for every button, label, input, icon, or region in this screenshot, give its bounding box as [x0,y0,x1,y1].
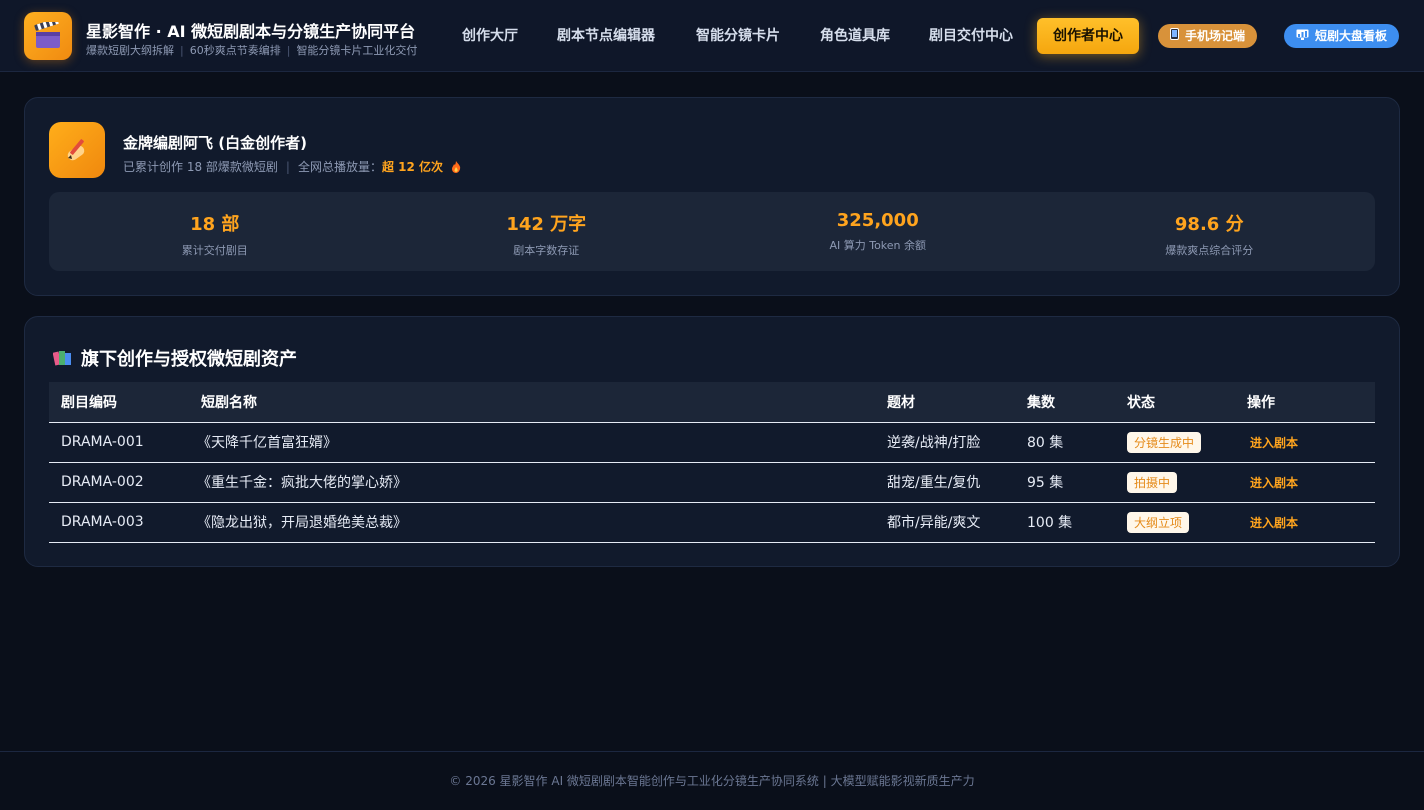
section-title: 旗下创作与授权微短剧资产 [53,345,297,371]
nav-item-script-node-editor[interactable]: 剧本节点编辑器 [557,18,655,54]
drama-assets-card: 旗下创作与授权微短剧资产 剧目编码 短剧名称 题材 集数 状态 操作 DRAMA… [24,316,1400,567]
dashboard-icon [1296,25,1309,49]
phone-scene-label: 手机场记端 [1185,29,1246,43]
table-row: DRAMA-003 《隐龙出狱，开局退婚绝美总裁》 都市/异能/爽文 100 集… [49,502,1375,543]
table-header-row: 剧目编码 短剧名称 题材 集数 状态 操作 [49,382,1375,423]
top-header: 星影智作 · AI 微短剧剧本与分镜生产协同平台 爆款短剧大纲拆解 | 60秒爽点节… [0,0,1424,72]
drama-name: 《重生千金：疯批大佬的掌心娇》 [189,462,875,503]
status-badge: 分镜生成中 [1127,431,1202,453]
views-value: 超 12 亿次 [381,160,444,174]
drama-genre: 逆袭/战神/打脸 [875,422,1015,463]
phone-scene-button[interactable]: 手机场记端 [1158,24,1258,49]
table-row: DRAMA-001 《天降千亿首富狂婿》 逆袭/战神/打脸 80 集 分镜生成中… [49,422,1375,463]
drama-assets-table: 剧目编码 短剧名称 题材 集数 状态 操作 DRAMA-001 《天降千亿首富狂… [49,382,1375,543]
drama-episodes: 95 集 [1015,462,1115,503]
books-icon [53,349,73,367]
dashboard-label: 短剧大盘看板 [1315,29,1388,43]
dashboard-button[interactable]: 短剧大盘看板 [1284,24,1400,49]
phone-icon [1170,25,1179,49]
views-label: 全网总播放量： [297,160,382,174]
nav-item-creation-hall[interactable]: 创作大厅 [462,18,518,54]
nav-item-creator-center[interactable]: 创作者中心 [1037,18,1139,54]
stat-token-balance: 325,000 AI 算力 Token 余额 [712,192,1044,271]
nav-item-delivery-center[interactable]: 剧目交付中心 [929,18,1013,54]
enter-script-link[interactable]: 进入剧本 [1250,516,1298,530]
stat-label: AI 算力 Token 余额 [829,239,927,252]
creator-meta: 已累计创作 18 部爆款微短剧 | 全网总播放量：超 12 亿次 [123,158,461,176]
column-header: 操作 [1235,382,1375,423]
app-title: 星影智作 · AI 微短剧剧本与分镜生产协同平台 [86,22,416,41]
drama-code: DRAMA-002 [49,462,189,503]
drama-code: DRAMA-003 [49,502,189,543]
drama-name: 《天降千亿首富狂婿》 [189,422,875,463]
stat-label: 爆款爽点综合评分 [1165,244,1254,257]
works-count-text: 已累计创作 18 部爆款微短剧 [123,160,278,174]
column-header: 题材 [875,382,1015,423]
enter-script-link[interactable]: 进入剧本 [1250,476,1298,490]
creator-name: 金牌编剧阿飞 (白金创作者) [123,134,307,152]
column-header: 短剧名称 [189,382,875,423]
nav-item-character-prop-library[interactable]: 角色道具库 [820,18,890,54]
stat-label: 累计交付剧目 [181,244,248,257]
drama-name: 《隐龙出狱，开局退婚绝美总裁》 [189,502,875,543]
enter-script-link[interactable]: 进入剧本 [1250,436,1298,450]
stat-delivered-dramas: 18 部 累计交付剧目 [49,192,381,271]
drama-episodes: 80 集 [1015,422,1115,463]
clapperboard-icon[interactable] [24,12,72,60]
subtitle-item: 智能分镜卡片工业化交付 [296,44,418,57]
footer-text: © 2026 星影智作 AI 微短剧剧本智能创作与工业化分镜生产协同系统 | 大… [449,774,975,788]
drama-code: DRAMA-001 [49,422,189,463]
stat-hit-score: 98.6 分 爆款爽点综合评分 [1044,192,1376,271]
stat-label: 剧本字数存证 [513,244,580,257]
stat-value: 98.6 分 [1174,214,1244,235]
stat-value: 142 万字 [506,214,587,235]
status-badge: 拍摄中 [1127,471,1178,493]
fire-icon [451,161,461,176]
app-subtitle: 爆款短剧大纲拆解 | 60秒爽点节奏编排 | 智能分镜卡片工业化交付 [86,44,418,57]
subtitle-item: 爆款短剧大纲拆解 [86,44,174,57]
creator-profile-card: 金牌编剧阿飞 (白金创作者) 已累计创作 18 部爆款微短剧 | 全网总播放量：超 … [24,97,1400,296]
writing-hand-icon [49,122,105,178]
drama-genre: 都市/异能/爽文 [875,502,1015,543]
nav-item-storyboard-cards[interactable]: 智能分镜卡片 [696,18,780,54]
stat-value: 325,000 [836,210,919,231]
section-title-text: 旗下创作与授权微短剧资产 [81,349,297,370]
subtitle-item: 60秒爽点节奏编排 [189,44,281,57]
table-row: DRAMA-002 《重生千金：疯批大佬的掌心娇》 甜宠/重生/复仇 95 集 … [49,462,1375,503]
column-header: 集数 [1015,382,1115,423]
drama-episodes: 100 集 [1015,502,1115,543]
stat-word-count: 142 万字 剧本字数存证 [381,192,713,271]
drama-genre: 甜宠/重生/复仇 [875,462,1015,503]
column-header: 剧目编码 [49,382,189,423]
column-header: 状态 [1115,382,1235,423]
creator-stats: 18 部 累计交付剧目 142 万字 剧本字数存证 325,000 AI 算力 … [49,192,1375,271]
status-badge: 大纲立项 [1127,511,1190,533]
page-footer: © 2026 星影智作 AI 微短剧剧本智能创作与工业化分镜生产协同系统 | 大… [0,751,1424,809]
stat-value: 18 部 [190,214,240,235]
